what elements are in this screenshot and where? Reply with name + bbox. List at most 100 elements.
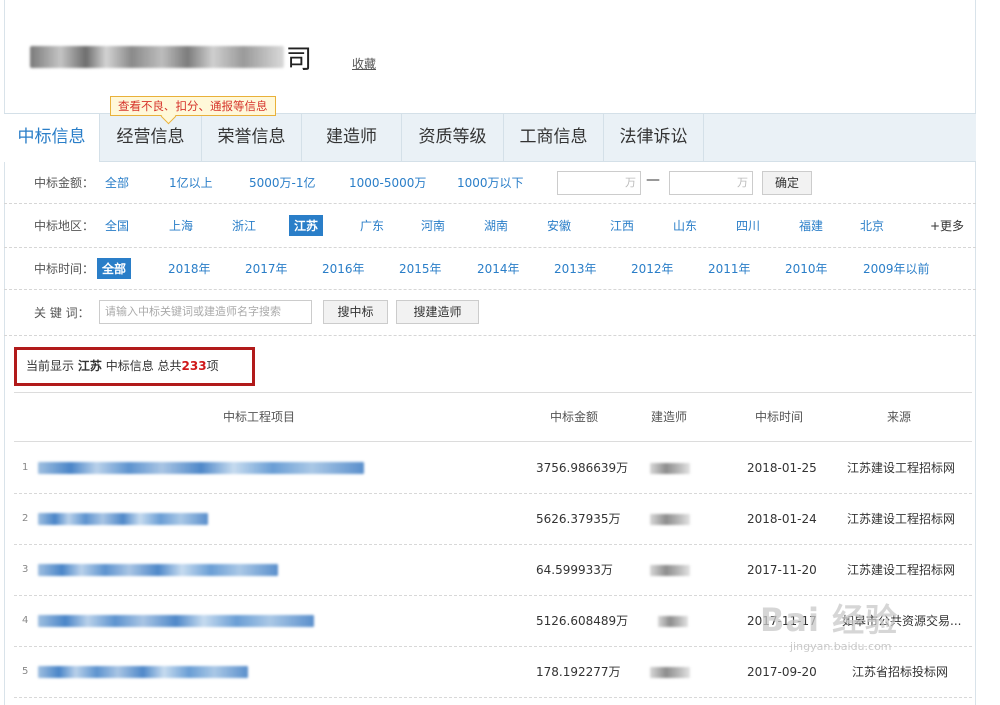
amount-min-input[interactable]: 万 [557, 171, 641, 195]
company-name: 司 [30, 40, 312, 75]
project-link[interactable] [38, 564, 278, 576]
region-option[interactable]: 全国 [105, 217, 129, 234]
region-option[interactable]: 浙江 [232, 217, 256, 234]
confirm-button[interactable]: 确定 [762, 171, 812, 195]
region-option[interactable]: 北京 [860, 217, 884, 234]
summary-suffix: 项 [206, 359, 219, 373]
row-amount: 5126.608489万 [536, 614, 629, 628]
amount-option-under-10m[interactable]: 1000万以下 [457, 174, 524, 191]
architect-name[interactable] [658, 616, 688, 627]
column-header-architect: 建造师 [650, 410, 687, 424]
tab-bar: 中标信息 经营信息 荣誉信息 建造师 资质等级 工商信息 法律诉讼 [4, 113, 976, 162]
filter-row-amount: 中标金额： 全部 1亿以上 5000万-1亿 1000-5000万 1000万以… [4, 162, 976, 204]
row-amount: 64.599933万 [536, 563, 613, 577]
filter-row-time: 中标时间： 全部 2018年 2017年 2016年 2015年 2014年 2… [4, 248, 976, 290]
project-link[interactable] [38, 615, 314, 627]
search-architect-button[interactable]: 搜建造师 [396, 300, 479, 324]
column-header-project: 中标工程项目 [222, 410, 295, 424]
row-date: 2017-09-20 [747, 665, 817, 679]
region-option[interactable]: 上海 [169, 217, 193, 234]
row-source[interactable]: 江苏建设工程招标网 [847, 443, 955, 493]
region-option[interactable]: 山东 [673, 217, 697, 234]
time-option[interactable]: 2009年以前 [863, 260, 930, 277]
filter-label-region: 中标地区： [34, 219, 95, 233]
tab-bid-info[interactable]: 中标信息 [4, 114, 100, 162]
project-link[interactable] [38, 666, 248, 678]
amount-option-100m-plus[interactable]: 1亿以上 [169, 174, 213, 191]
time-option[interactable]: 2015年 [399, 260, 442, 277]
time-option[interactable]: 2010年 [785, 260, 828, 277]
blurred-company-name [30, 46, 284, 68]
filter-row-keyword: 关 键 词： 请输入中标关键词或建造师名字搜索 搜中标 搜建造师 [4, 290, 976, 336]
row-amount: 3756.986639万 [536, 461, 629, 475]
amount-option-10m-50m[interactable]: 1000-5000万 [349, 174, 426, 191]
region-option[interactable]: 河南 [421, 217, 445, 234]
row-source[interactable]: 江苏建设工程招标网 [847, 545, 955, 595]
result-summary: 当前显示 江苏 中标信息 总共233项 [14, 347, 255, 386]
table-row[interactable]: 2 5626.37935万 2018-01-24 江苏建设工程招标网 [14, 494, 972, 545]
time-option[interactable]: 2017年 [245, 260, 288, 277]
row-amount: 178.192277万 [536, 665, 621, 679]
region-option[interactable]: 安徽 [547, 217, 571, 234]
time-option[interactable]: 2016年 [322, 260, 365, 277]
project-link[interactable] [38, 513, 208, 525]
region-option[interactable]: 广东 [360, 217, 384, 234]
architect-name[interactable] [650, 514, 690, 525]
amount-option-50m-100m[interactable]: 5000万-1亿 [249, 174, 316, 191]
project-link[interactable] [38, 462, 364, 474]
baidu-watermark: Bai 经验 [760, 601, 899, 639]
row-date: 2018-01-25 [747, 461, 817, 475]
favorite-link[interactable]: 收藏 [352, 55, 376, 72]
time-option[interactable]: 2011年 [708, 260, 751, 277]
region-option[interactable]: 四川 [736, 217, 760, 234]
tab-business-info[interactable]: 经营信息 [100, 114, 202, 161]
column-header-date: 中标时间 [754, 410, 803, 424]
filter-label-amount: 中标金额： [34, 176, 95, 190]
tab-honor-info[interactable]: 荣誉信息 [202, 114, 302, 161]
time-option[interactable]: 2018年 [168, 260, 211, 277]
amount-option-all[interactable]: 全部 [105, 174, 129, 191]
search-bid-button[interactable]: 搜中标 [323, 300, 388, 324]
architect-name[interactable] [650, 463, 690, 474]
row-date: 2017-11-20 [747, 563, 817, 577]
summary-count: 233 [181, 359, 207, 373]
filter-label-keyword: 关 键 词： [34, 306, 90, 320]
summary-prefix: 当前显示 [26, 359, 75, 373]
summary-middle: 中标信息 总共 [105, 359, 182, 373]
region-option[interactable]: 江西 [610, 217, 634, 234]
row-number: 2 [22, 513, 29, 524]
region-more-link[interactable]: +更多 [930, 217, 964, 234]
table-row[interactable]: 3 64.599933万 2017-11-20 江苏建设工程招标网 [14, 545, 972, 596]
keyword-search-input[interactable]: 请输入中标关键词或建造师名字搜索 [99, 300, 312, 324]
region-option[interactable]: 福建 [799, 217, 823, 234]
row-source[interactable]: 江苏建设工程招标网 [847, 494, 955, 544]
column-header-amount: 中标金额 [549, 410, 598, 424]
time-option-selected[interactable]: 全部 [97, 258, 132, 279]
architect-name[interactable] [650, 667, 690, 678]
filter-row-region: 中标地区： 全国 上海 浙江 江苏 广东 河南 湖南 安徽 江西 山东 四川 福… [4, 204, 976, 248]
tab-qualification[interactable]: 资质等级 [402, 114, 504, 161]
time-option[interactable]: 2012年 [631, 260, 674, 277]
row-source[interactable]: 江苏省招标投标网 [852, 647, 948, 697]
architect-name[interactable] [650, 565, 690, 576]
row-amount: 5626.37935万 [536, 512, 621, 526]
row-number: 5 [22, 666, 29, 677]
range-dash: — [646, 172, 660, 188]
amount-max-input[interactable]: 万 [669, 171, 753, 195]
table-row[interactable]: 1 3756.986639万 2018-01-25 江苏建设工程招标网 [14, 443, 972, 494]
baidu-watermark-url: jingyan.baidu.com [790, 640, 892, 653]
summary-region: 江苏 [77, 359, 102, 373]
time-option[interactable]: 2013年 [554, 260, 597, 277]
tab-architect[interactable]: 建造师 [302, 114, 402, 161]
row-number: 3 [22, 564, 29, 575]
table-row[interactable]: 5 178.192277万 2017-09-20 江苏省招标投标网 [14, 647, 972, 698]
region-option[interactable]: 湖南 [484, 217, 508, 234]
tab-registration-info[interactable]: 工商信息 [504, 114, 604, 161]
time-option[interactable]: 2014年 [477, 260, 520, 277]
table-header: 中标工程项目 中标金额 建造师 中标时间 来源 [14, 392, 972, 442]
tab-legal[interactable]: 法律诉讼 [604, 114, 704, 161]
row-number: 4 [22, 615, 29, 626]
row-date: 2018-01-24 [747, 512, 817, 526]
region-option-selected[interactable]: 江苏 [289, 215, 324, 236]
tooltip: 查看不良、扣分、通报等信息 [110, 96, 276, 116]
